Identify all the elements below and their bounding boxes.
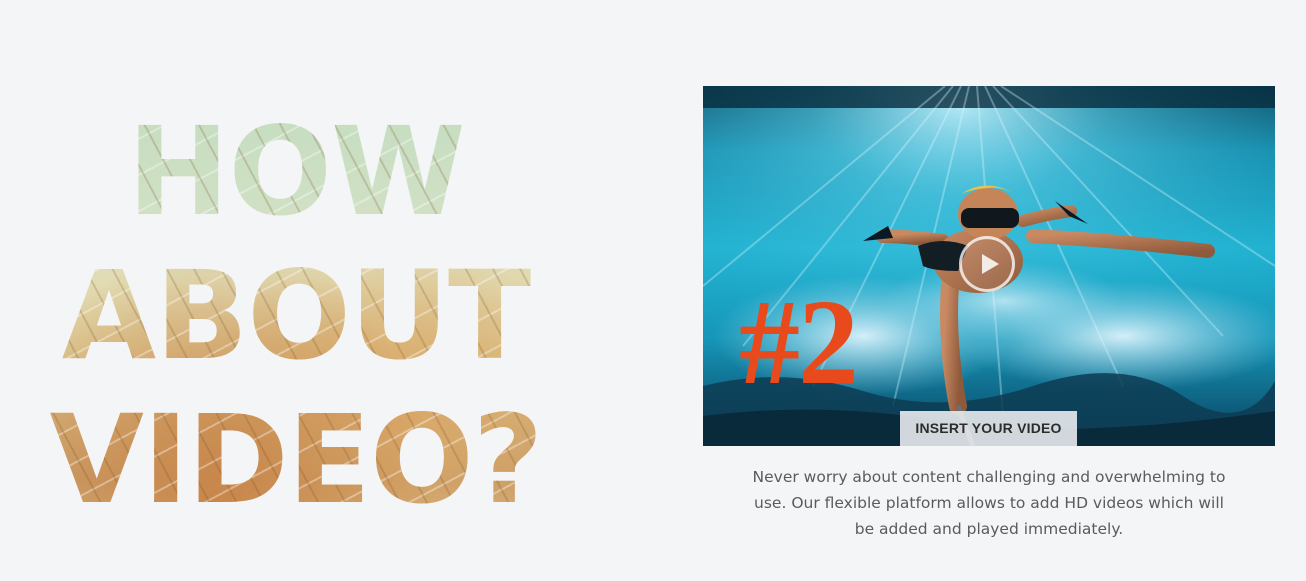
play-circle-icon[interactable] bbox=[959, 236, 1015, 292]
headline: HOW ABOUT VIDEO? bbox=[36, 100, 556, 532]
description-text: Never worry about content challenging an… bbox=[752, 468, 1226, 538]
page: HOW ABOUT VIDEO? #2 INSERT YOUR VIDEO Ne… bbox=[0, 0, 1306, 581]
video-player[interactable]: #2 INSERT YOUR VIDEO bbox=[703, 86, 1275, 446]
insert-video-button[interactable]: INSERT YOUR VIDEO bbox=[900, 411, 1077, 446]
headline-line-video: VIDEO? bbox=[49, 389, 543, 531]
headline-line-how: HOW bbox=[127, 101, 465, 243]
video-badge: #2 bbox=[739, 275, 859, 410]
play-triangle-icon bbox=[982, 254, 999, 274]
headline-line-about: ABOUT bbox=[61, 245, 531, 387]
